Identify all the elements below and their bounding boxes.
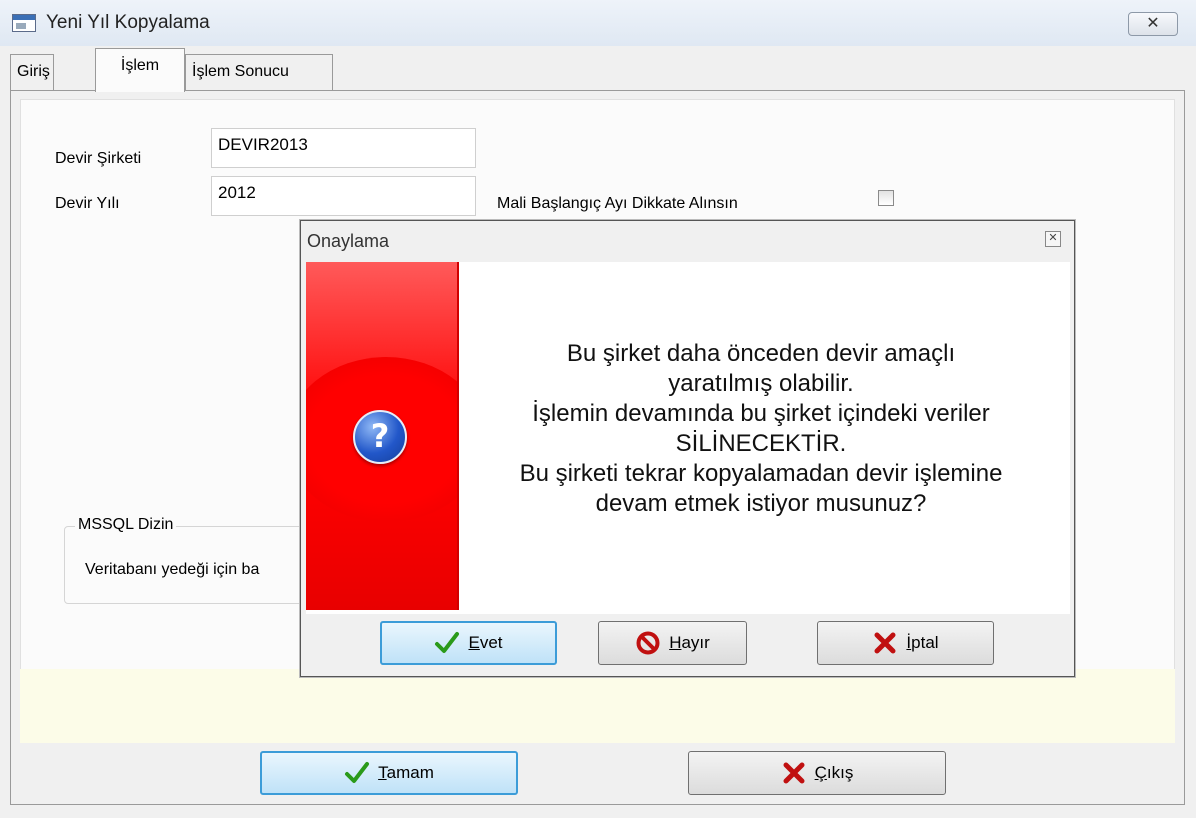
no-entry-icon xyxy=(636,631,660,655)
message-line: Bu şirket daha önceden devir amaçlı xyxy=(566,340,956,367)
message-line: İşlemin devamında bu şirket içindeki ver… xyxy=(532,400,990,427)
cross-icon xyxy=(874,632,896,654)
devir-sirketi-label: Devir Şirketi xyxy=(55,150,142,167)
check-icon xyxy=(345,762,370,783)
evet-label: Evet xyxy=(468,633,503,652)
tab-label: İşlem xyxy=(120,57,160,74)
cross-icon xyxy=(783,762,805,784)
iptal-label: İptal xyxy=(906,633,939,652)
tamam-label: Tamam xyxy=(378,763,434,782)
iptal-button[interactable]: İptal xyxy=(817,621,994,665)
question-icon: ? xyxy=(353,410,407,464)
hayir-label: Hayır xyxy=(669,633,710,652)
close-icon: ✕ xyxy=(1146,15,1160,32)
message-line: devam etmek istiyor musunuz? xyxy=(595,490,927,517)
check-icon xyxy=(435,632,460,653)
tab-islem-sonucu[interactable]: İşlem Sonucu xyxy=(185,54,333,90)
dialog-body: ? Bu şirket daha önceden devir amaçlı ya… xyxy=(306,262,1070,614)
mali-baslangic-checkbox[interactable] xyxy=(878,190,894,206)
evet-button[interactable]: Evet xyxy=(380,621,557,665)
close-icon: ✕ xyxy=(1048,232,1058,244)
tamam-button[interactable]: Tamam xyxy=(260,751,518,795)
message-line: Bu şirketi tekrar kopyalamadan devir işl… xyxy=(519,460,1003,487)
dialog-close-button[interactable]: ✕ xyxy=(1045,231,1061,247)
app-icon xyxy=(12,14,36,32)
devir-yili-label: Devir Yılı xyxy=(55,195,120,212)
cikis-button[interactable]: Çıkış xyxy=(688,751,946,795)
tab-label: İşlem Sonucu xyxy=(192,63,289,80)
dialog-title: Onaylama xyxy=(307,231,390,251)
dialog-message: Bu şirket daha önceden devir amaçlı yara… xyxy=(466,339,1056,519)
tab-islem[interactable]: İşlem xyxy=(95,48,185,92)
message-line: yaratılmış olabilir. xyxy=(668,370,854,397)
window-close-button[interactable]: ✕ xyxy=(1128,12,1178,36)
title-bar: Yeni Yıl Kopyalama ✕ xyxy=(0,0,1196,46)
mali-baslangic-label: Mali Başlangıç Ayı Dikkate Alınsın xyxy=(497,195,738,212)
message-line: SİLİNECEKTİR. xyxy=(675,430,847,457)
devir-yili-input[interactable]: 2012 xyxy=(211,176,476,216)
cikis-label: Çıkış xyxy=(814,763,854,782)
onaylama-dialog: Onaylama ✕ ? Bu şirket daha önceden devi… xyxy=(300,220,1075,677)
tab-giris[interactable]: Giriş xyxy=(10,54,54,90)
hayir-button[interactable]: Hayır xyxy=(598,621,747,665)
info-strip xyxy=(20,669,1175,743)
dialog-side-strip: ? xyxy=(306,262,459,610)
tab-label: Giriş xyxy=(17,63,50,80)
mssql-dizin-text: Veritabanı yedeği için ba xyxy=(85,561,260,578)
devir-sirketi-input[interactable]: DEVIR2013 xyxy=(211,128,476,168)
window-title: Yeni Yıl Kopyalama xyxy=(46,12,210,33)
mssql-dizin-legend: MSSQL Dizin xyxy=(75,516,177,534)
